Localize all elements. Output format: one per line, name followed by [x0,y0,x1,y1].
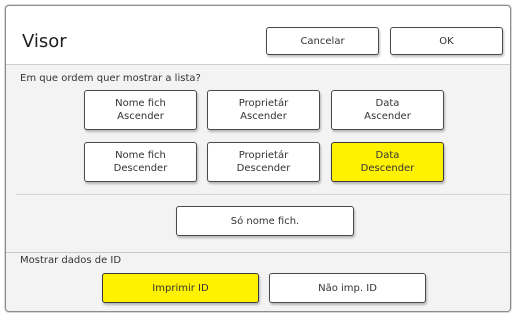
button-line: Nome fich [115,98,166,109]
cancel-button-label: Cancelar [300,35,345,47]
cancel-button[interactable]: Cancelar [266,27,379,55]
button-line: Descender [360,163,415,174]
no-print-id-label: Não imp. ID [318,282,377,294]
button-line: Proprietár [238,98,289,109]
button-line: Ascender [364,111,411,122]
button-line: Data [375,150,400,161]
ok-button[interactable]: OK [390,27,503,55]
sort-owner-ascending-button[interactable]: Proprietár Ascender [207,90,320,130]
filename-only-button[interactable]: Só nome fich. [176,206,354,236]
no-print-id-button[interactable]: Não imp. ID [269,273,426,303]
sort-name-descending-button[interactable]: Nome fich Descender [84,142,197,182]
sort-date-descending-button[interactable]: Data Descender [331,142,444,182]
sort-name-ascending-button[interactable]: Nome fich Ascender [84,90,197,130]
divider [16,194,510,195]
button-line: Proprietár [238,150,289,161]
button-line: Ascender [117,111,164,122]
sort-owner-descending-button[interactable]: Proprietár Descender [207,142,320,182]
sort-date-ascending-button[interactable]: Data Ascender [331,90,444,130]
print-id-label: Imprimir ID [152,282,209,294]
button-line: Descender [236,163,291,174]
button-line: Data [375,98,400,109]
dialog-title: Visor [22,31,67,52]
dialog-header: Visor Cancelar OK [6,6,510,64]
id-data-prompt: Mostrar dados de ID [20,255,122,266]
print-id-button[interactable]: Imprimir ID [102,273,259,303]
order-prompt: Em que ordem quer mostrar a lista? [20,73,201,84]
button-line: Nome fich [115,150,166,161]
order-section: Em que ordem quer mostrar a lista? Nome … [6,64,510,252]
divider [6,64,510,65]
button-line: Ascender [240,111,287,122]
filename-only-label: Só nome fich. [230,215,300,227]
visor-dialog: Visor Cancelar OK Em que ordem quer most… [5,5,511,312]
button-line: Descender [113,163,168,174]
ok-button-label: OK [439,35,454,47]
id-data-section: Mostrar dados de ID Imprimir ID Não imp.… [6,253,510,311]
